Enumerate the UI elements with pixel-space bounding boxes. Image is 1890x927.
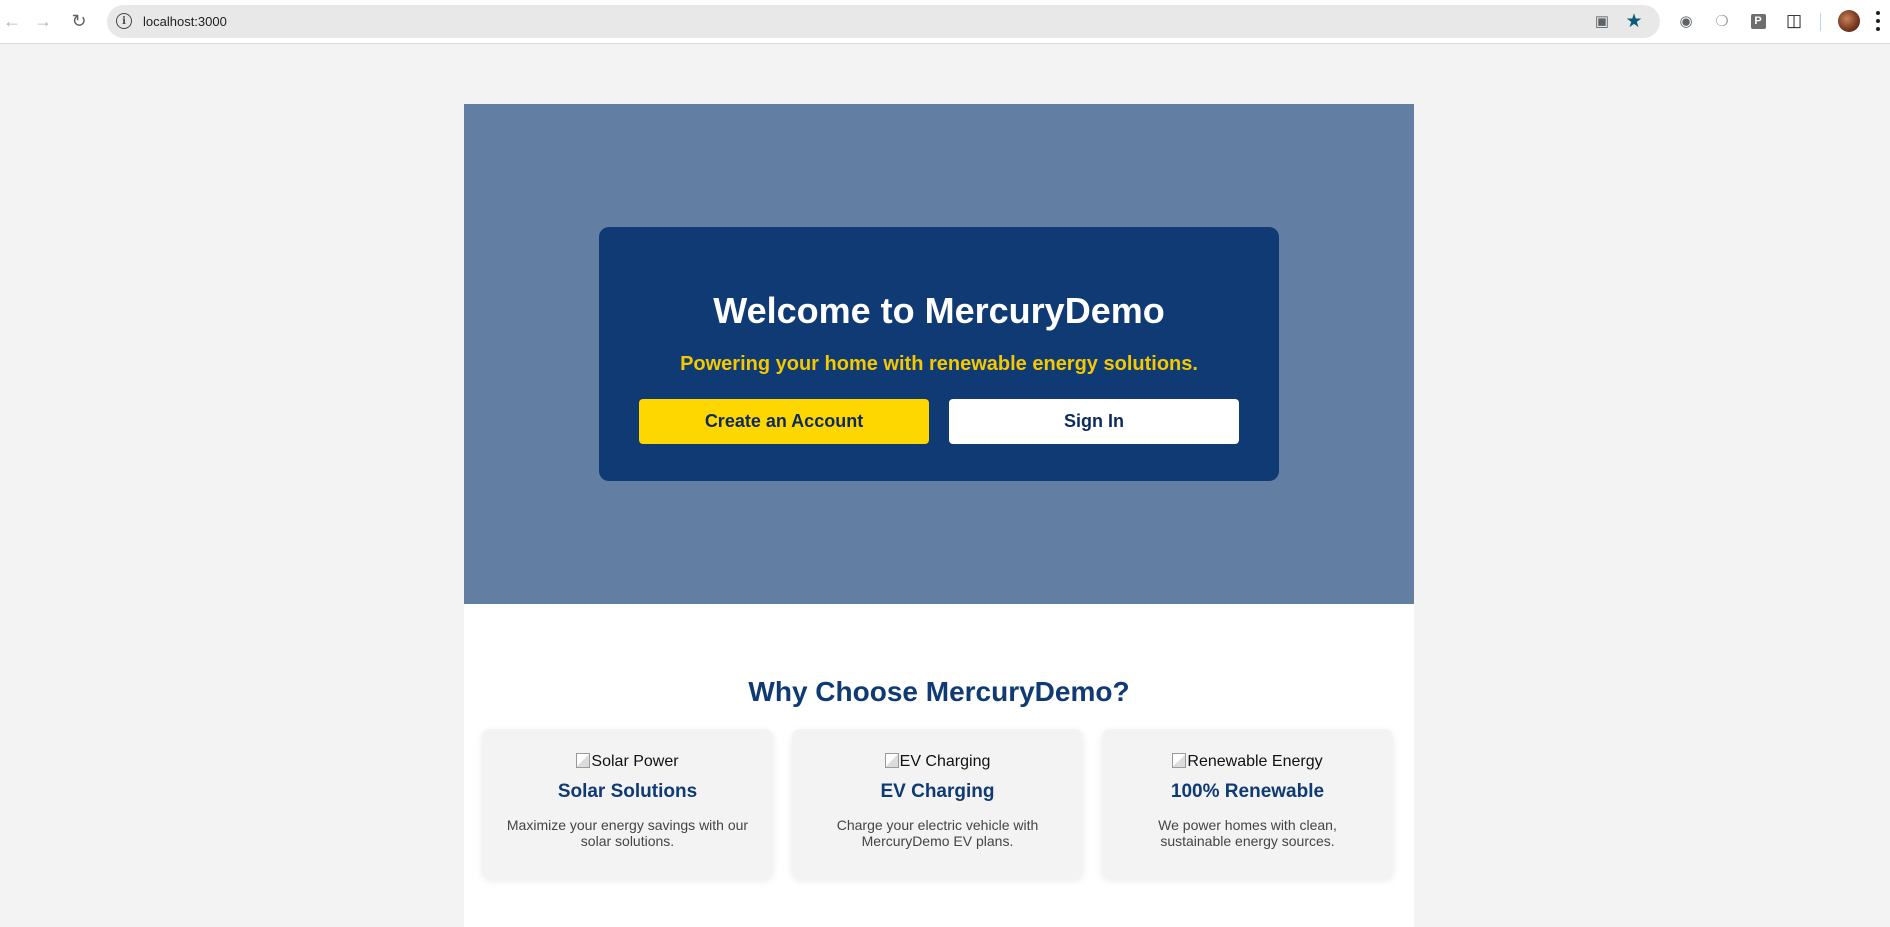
forward-arrow-icon[interactable]: → <box>31 9 55 33</box>
site-info-icon[interactable]: i <box>116 13 132 29</box>
p-extension-label: P <box>1750 13 1766 29</box>
feature-card-renewable: Renewable Energy 100% Renewable We power… <box>1102 729 1393 879</box>
extensions-icon[interactable]: ◫ <box>1784 11 1804 31</box>
ev-charging-image: EV Charging <box>792 753 1083 771</box>
renewable-energy-image: Renewable Energy <box>1102 753 1393 771</box>
p-extension-icon[interactable]: P <box>1748 11 1768 31</box>
toolbar-divider <box>1820 13 1821 31</box>
kebab-menu-icon[interactable] <box>1875 11 1881 31</box>
feature-card-solar: Solar Power Solar Solutions Maximize you… <box>482 729 773 879</box>
image-alt-text: Renewable Energy <box>1187 753 1323 770</box>
image-alt-text: EV Charging <box>899 753 991 770</box>
hero-section: Welcome to MercuryDemo Powering your hom… <box>464 104 1414 604</box>
camera-icon[interactable]: ◉ <box>1676 11 1696 31</box>
back-arrow-icon[interactable]: ← <box>0 9 24 33</box>
hero-title: Welcome to MercuryDemo <box>713 290 1165 331</box>
sign-in-button[interactable]: Sign In <box>949 399 1239 444</box>
hero-subtitle: Powering your home with renewable energy… <box>680 353 1198 375</box>
page-container: Welcome to MercuryDemo Powering your hom… <box>464 104 1414 927</box>
feature-description: Charge your electric vehicle with Mercur… <box>836 817 1039 849</box>
broken-image-icon <box>576 753 591 768</box>
url-text[interactable]: localhost:3000 <box>143 14 227 29</box>
hero-card: Welcome to MercuryDemo Powering your hom… <box>599 227 1279 481</box>
create-account-button[interactable]: Create an Account <box>639 399 929 444</box>
feature-name: EV Charging <box>880 781 995 802</box>
feature-card-ev: EV Charging EV Charging Charge your elec… <box>792 729 1083 879</box>
feature-name: 100% Renewable <box>1170 781 1325 802</box>
feature-description: Maximize your energy savings with our so… <box>506 817 749 849</box>
install-app-icon[interactable]: ▣ <box>1592 11 1612 31</box>
broken-image-icon <box>1172 753 1187 768</box>
image-alt-text: Solar Power <box>591 753 679 770</box>
puzzle-extension-icon[interactable]: ❍ <box>1712 11 1732 31</box>
profile-avatar[interactable] <box>1838 10 1860 32</box>
browser-toolbar: ← → ↻ i localhost:3000 ▣ ★ ◉ ❍ P ◫ <box>0 0 1890 44</box>
feature-description: We power homes with clean, sustainable e… <box>1158 817 1337 849</box>
features-title: Why Choose MercuryDemo? <box>748 676 1130 707</box>
solar-power-image: Solar Power <box>482 753 773 771</box>
reload-icon[interactable]: ↻ <box>67 9 91 33</box>
feature-name: Solar Solutions <box>557 781 698 802</box>
bookmark-star-icon[interactable]: ★ <box>1624 11 1644 32</box>
broken-image-icon <box>884 753 899 768</box>
address-bar[interactable]: i localhost:3000 ▣ ★ <box>107 5 1660 38</box>
